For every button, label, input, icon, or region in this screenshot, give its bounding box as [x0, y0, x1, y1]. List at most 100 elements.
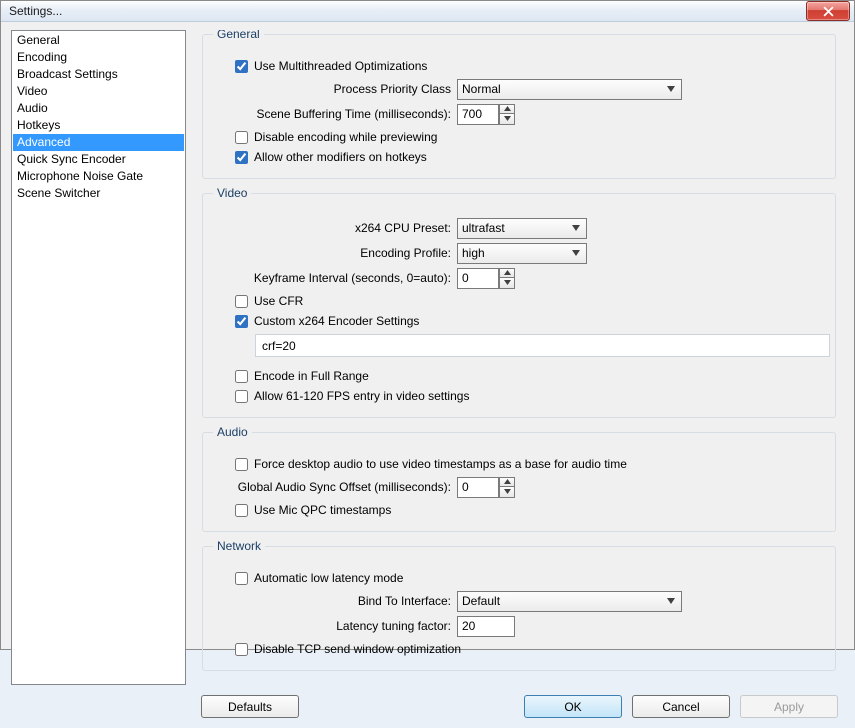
qpc-label: Use Mic QPC timestamps [254, 503, 391, 517]
custom-x264-input[interactable] [255, 334, 830, 357]
defaults-button[interactable]: Defaults [201, 695, 299, 718]
bind-value: Default [462, 594, 500, 608]
titlebar: Settings... [1, 1, 854, 22]
group-network-title: Network [213, 539, 265, 553]
disable-preview-enc-checkbox[interactable] [235, 131, 248, 144]
keyframe-row: Keyframe Interval (seconds, 0=auto): [215, 267, 823, 289]
disable-tcp-checkbox[interactable] [235, 643, 248, 656]
use-cfr-checkbox[interactable] [235, 295, 248, 308]
sidebar: General Encoding Broadcast Settings Vide… [11, 30, 186, 685]
allow-modifiers-row: Allow other modifiers on hotkeys [235, 148, 823, 166]
group-video-title: Video [213, 186, 251, 200]
custom-x264-row: Custom x264 Encoder Settings [235, 312, 823, 330]
group-audio: Audio Force desktop audio to use video t… [202, 432, 836, 532]
full-range-checkbox[interactable] [235, 370, 248, 383]
keyframe-spin-up[interactable] [499, 268, 515, 278]
sidebar-item-encoding[interactable]: Encoding [13, 49, 184, 66]
allow-modifiers-label: Allow other modifiers on hotkeys [254, 150, 427, 164]
sidebar-item-quick-sync-encoder[interactable]: Quick Sync Encoder [13, 151, 184, 168]
button-row: Defaults OK Cancel Apply [11, 693, 844, 718]
use-cfr-label: Use CFR [254, 294, 303, 308]
full-range-label: Encode in Full Range [254, 369, 369, 383]
sidebar-item-microphone-noise-gate[interactable]: Microphone Noise Gate [13, 168, 184, 185]
profile-row: Encoding Profile: high [215, 242, 823, 264]
priority-value: Normal [462, 82, 501, 96]
preset-select[interactable]: ultrafast [457, 218, 587, 239]
disable-preview-enc-label: Disable encoding while previewing [254, 130, 437, 144]
force-ts-checkbox[interactable] [235, 458, 248, 471]
group-video: Video x264 CPU Preset: ultrafast Encodin… [202, 193, 836, 418]
bind-select[interactable]: Default [457, 591, 682, 612]
buffering-spinner [457, 104, 515, 125]
sync-row: Global Audio Sync Offset (milliseconds): [215, 476, 823, 498]
columns: General Encoding Broadcast Settings Vide… [11, 30, 844, 685]
close-button[interactable] [806, 1, 850, 21]
chevron-down-icon [569, 222, 583, 235]
sidebar-item-general[interactable]: General [13, 32, 184, 49]
sidebar-item-hotkeys[interactable]: Hotkeys [13, 117, 184, 134]
allow-fps-checkbox[interactable] [235, 390, 248, 403]
group-network: Network Automatic low latency mode Bind … [202, 546, 836, 671]
keyframe-input[interactable] [457, 268, 499, 289]
auto-lowlat-label: Automatic low latency mode [254, 571, 403, 585]
buffering-spin-up[interactable] [499, 104, 515, 114]
disable-preview-enc-row: Disable encoding while previewing [235, 128, 823, 146]
latency-row: Latency tuning factor: [215, 615, 823, 637]
buffering-input[interactable] [457, 104, 499, 125]
settings-window: Settings... General Encoding Broadcast S… [0, 0, 855, 650]
ok-button[interactable]: OK [524, 695, 622, 718]
disable-tcp-row: Disable TCP send window optimization [235, 640, 823, 658]
group-audio-title: Audio [213, 425, 252, 439]
allow-fps-label: Allow 61-120 FPS entry in video settings [254, 389, 469, 403]
sync-input[interactable] [457, 477, 499, 498]
keyframe-spin-down[interactable] [499, 278, 515, 289]
priority-select[interactable]: Normal [457, 79, 682, 100]
latency-label: Latency tuning factor: [215, 619, 451, 633]
multithreaded-checkbox-row: Use Multithreaded Optimizations [235, 57, 823, 75]
auto-lowlat-checkbox[interactable] [235, 572, 248, 585]
multithreaded-checkbox[interactable] [235, 60, 248, 73]
preset-label: x264 CPU Preset: [215, 221, 451, 235]
custom-x264-label: Custom x264 Encoder Settings [254, 314, 419, 328]
sidebar-item-advanced[interactable]: Advanced [13, 134, 184, 151]
sync-spin-up[interactable] [499, 477, 515, 487]
sync-spinner [457, 477, 515, 498]
window-body: General Encoding Broadcast Settings Vide… [1, 22, 854, 728]
bind-label: Bind To Interface: [215, 594, 451, 608]
content-panel: General Use Multithreaded Optimizations … [196, 30, 844, 685]
profile-select[interactable]: high [457, 243, 587, 264]
qpc-row: Use Mic QPC timestamps [235, 501, 823, 519]
preset-value: ultrafast [462, 221, 505, 235]
buffering-row: Scene Buffering Time (milliseconds): [215, 103, 823, 125]
allow-modifiers-checkbox[interactable] [235, 151, 248, 164]
priority-row: Process Priority Class Normal [215, 78, 823, 100]
buffering-spin-down[interactable] [499, 114, 515, 125]
buffering-label: Scene Buffering Time (milliseconds): [215, 107, 451, 121]
preset-row: x264 CPU Preset: ultrafast [215, 217, 823, 239]
close-icon [823, 6, 834, 17]
chevron-down-icon [664, 83, 678, 96]
force-ts-label: Force desktop audio to use video timesta… [254, 457, 627, 471]
apply-button[interactable]: Apply [740, 695, 838, 718]
chevron-down-icon [664, 595, 678, 608]
use-cfr-row: Use CFR [235, 292, 823, 310]
sync-spin-down[interactable] [499, 487, 515, 498]
multithreaded-label: Use Multithreaded Optimizations [254, 59, 427, 73]
window-title: Settings... [9, 4, 62, 18]
qpc-checkbox[interactable] [235, 504, 248, 517]
full-range-row: Encode in Full Range [235, 367, 823, 385]
priority-label: Process Priority Class [215, 82, 451, 96]
profile-value: high [462, 246, 485, 260]
keyframe-label: Keyframe Interval (seconds, 0=auto): [215, 271, 451, 285]
sidebar-item-scene-switcher[interactable]: Scene Switcher [13, 185, 184, 202]
force-ts-row: Force desktop audio to use video timesta… [235, 455, 823, 473]
sidebar-item-audio[interactable]: Audio [13, 100, 184, 117]
profile-label: Encoding Profile: [215, 246, 451, 260]
auto-lowlat-row: Automatic low latency mode [235, 569, 823, 587]
custom-x264-checkbox[interactable] [235, 315, 248, 328]
sidebar-item-broadcast-settings[interactable]: Broadcast Settings [13, 66, 184, 83]
cancel-button[interactable]: Cancel [632, 695, 730, 718]
sidebar-item-video[interactable]: Video [13, 83, 184, 100]
latency-input[interactable] [457, 616, 515, 637]
group-general-title: General [213, 30, 264, 41]
